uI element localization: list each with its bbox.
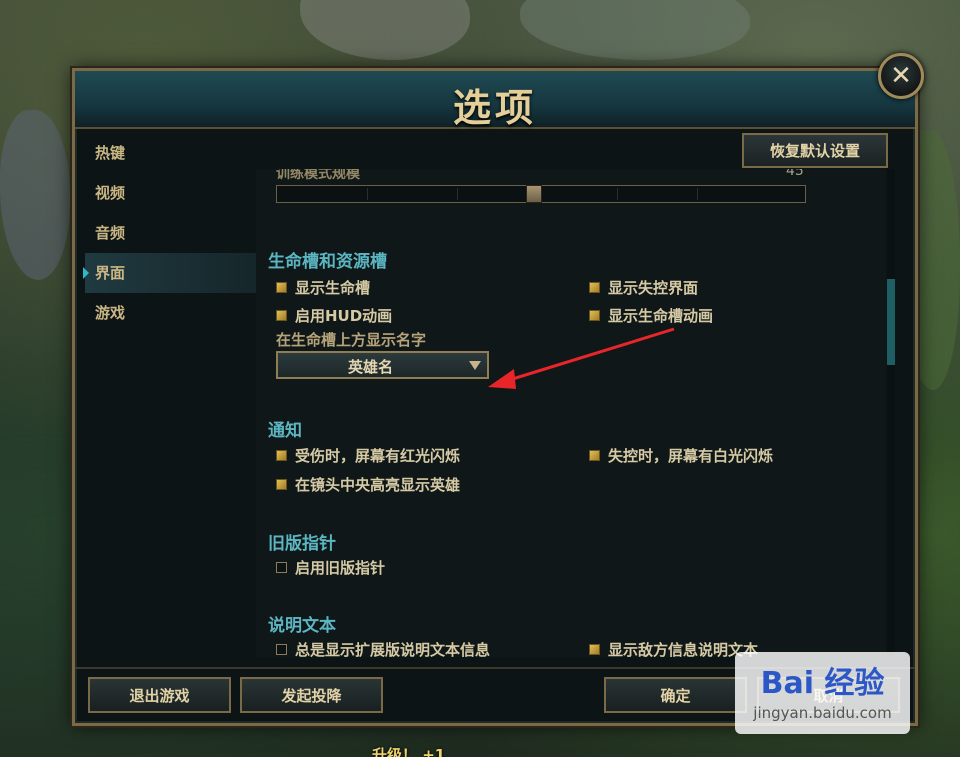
options-dialog: 选项 热键 视频 音频 界面 游戏 恢复默认设置 训练模式规模 45 生命槽和资… bbox=[72, 68, 918, 726]
slider-tick bbox=[697, 188, 698, 200]
checkbox-label: 显示生命槽 bbox=[295, 279, 371, 297]
section-title-health: 生命槽和资源槽 bbox=[268, 252, 387, 272]
exit-game-button[interactable]: 退出游戏 bbox=[88, 677, 231, 713]
checkbox-label: 启用旧版指针 bbox=[295, 559, 386, 577]
slider-tick bbox=[617, 188, 618, 200]
checkbox-label: 失控时，屏幕有白光闪烁 bbox=[608, 447, 774, 465]
checkbox-red-flash[interactable]: 受伤时，屏幕有红光闪烁 bbox=[276, 445, 460, 466]
checkbox-legacy-cursor[interactable]: 启用旧版指针 bbox=[276, 557, 385, 578]
sidebar-item-label: 游戏 bbox=[95, 304, 126, 322]
sidebar-item-audio[interactable]: 音频 bbox=[85, 213, 257, 253]
close-icon: ✕ bbox=[890, 61, 912, 91]
settings-scrollbar[interactable] bbox=[887, 169, 895, 657]
dialog-title: 选项 bbox=[452, 85, 537, 130]
ok-button[interactable]: 确定 bbox=[604, 677, 747, 713]
sidebar-item-label: 热键 bbox=[95, 144, 126, 162]
checkbox-box[interactable] bbox=[276, 282, 287, 293]
scrollbar-thumb[interactable] bbox=[887, 279, 895, 365]
name-display-label: 在生命槽上方显示名字 bbox=[276, 331, 427, 349]
checkbox-label: 总是显示扩展版说明文本信息 bbox=[295, 641, 491, 657]
section-title-legacy-cursor: 旧版指针 bbox=[268, 534, 336, 554]
checkbox-label: 显示生命槽动画 bbox=[608, 307, 714, 325]
checkbox-box[interactable] bbox=[589, 450, 600, 461]
background-rock bbox=[300, 0, 470, 60]
checkbox-box[interactable] bbox=[589, 282, 600, 293]
checkbox-show-cc-ui[interactable]: 显示失控界面 bbox=[589, 277, 698, 298]
restore-defaults-button[interactable]: 恢复默认设置 bbox=[742, 133, 888, 168]
slider-handle[interactable] bbox=[526, 185, 542, 203]
slider-label: 训练模式规模 bbox=[276, 169, 360, 182]
name-display-dropdown[interactable]: 英雄名 bbox=[276, 351, 489, 379]
interface-settings-panel: 训练模式规模 45 生命槽和资源槽 显示生命槽 显示失控界面 启用HUD动画 显… bbox=[256, 169, 886, 657]
checkbox-highlight-champion[interactable]: 在镜头中央高亮显示英雄 bbox=[276, 474, 460, 495]
checkbox-health-bar-animation[interactable]: 显示生命槽动画 bbox=[589, 305, 713, 326]
sidebar-item-game[interactable]: 游戏 bbox=[85, 293, 257, 333]
scale-slider[interactable] bbox=[276, 185, 806, 203]
checkbox-label: 在镜头中央高亮显示英雄 bbox=[295, 476, 461, 494]
checkbox-label: 启用HUD动画 bbox=[295, 307, 393, 325]
sidebar-item-interface[interactable]: 界面 bbox=[83, 253, 257, 293]
chevron-down-icon bbox=[469, 361, 481, 370]
dialog-header: 选项 bbox=[75, 71, 915, 130]
watermark-logo: Bai 经验 bbox=[760, 666, 885, 701]
checkbox-white-flash[interactable]: 失控时，屏幕有白光闪烁 bbox=[589, 445, 773, 466]
sidebar-item-video[interactable]: 视频 bbox=[85, 173, 257, 213]
slider-tick bbox=[457, 188, 458, 200]
options-sidebar: 热键 视频 音频 界面 游戏 bbox=[83, 133, 257, 333]
checkbox-enemy-tooltip[interactable]: 显示敌方信息说明文本 bbox=[589, 639, 758, 657]
checkbox-box[interactable] bbox=[589, 310, 600, 321]
checkbox-show-health-bar[interactable]: 显示生命槽 bbox=[276, 277, 370, 298]
checkbox-box[interactable] bbox=[276, 562, 287, 573]
active-marker-icon bbox=[83, 267, 89, 279]
watermark-url: jingyan.baidu.com bbox=[753, 704, 892, 722]
sidebar-item-label: 视频 bbox=[95, 184, 126, 202]
surrender-button[interactable]: 发起投降 bbox=[240, 677, 383, 713]
slider-value: 45 bbox=[786, 169, 804, 179]
slider-tick bbox=[367, 188, 368, 200]
checkbox-extended-tooltip[interactable]: 总是显示扩展版说明文本信息 bbox=[276, 639, 490, 657]
dropdown-value: 英雄名 bbox=[347, 358, 393, 376]
checkbox-box[interactable] bbox=[276, 644, 287, 655]
level-up-text: 升级！ +1 bbox=[372, 746, 446, 757]
checkbox-label: 显示失控界面 bbox=[608, 279, 699, 297]
checkbox-box[interactable] bbox=[276, 310, 287, 321]
checkbox-box[interactable] bbox=[276, 450, 287, 461]
section-title-tooltip: 说明文本 bbox=[268, 616, 336, 636]
background-rock bbox=[0, 110, 70, 280]
sidebar-item-label: 界面 bbox=[95, 264, 126, 282]
checkbox-hud-animation[interactable]: 启用HUD动画 bbox=[276, 305, 392, 326]
background-rock bbox=[520, 0, 750, 60]
checkbox-box[interactable] bbox=[276, 479, 287, 490]
close-button[interactable]: ✕ bbox=[878, 53, 924, 99]
sidebar-item-hotkeys[interactable]: 热键 bbox=[85, 133, 257, 173]
checkbox-label: 受伤时，屏幕有红光闪烁 bbox=[295, 447, 461, 465]
sidebar-item-label: 音频 bbox=[95, 224, 126, 242]
watermark: Bai 经验 jingyan.baidu.com bbox=[735, 652, 910, 734]
checkbox-box[interactable] bbox=[589, 644, 600, 655]
section-title-notify: 通知 bbox=[268, 421, 302, 441]
